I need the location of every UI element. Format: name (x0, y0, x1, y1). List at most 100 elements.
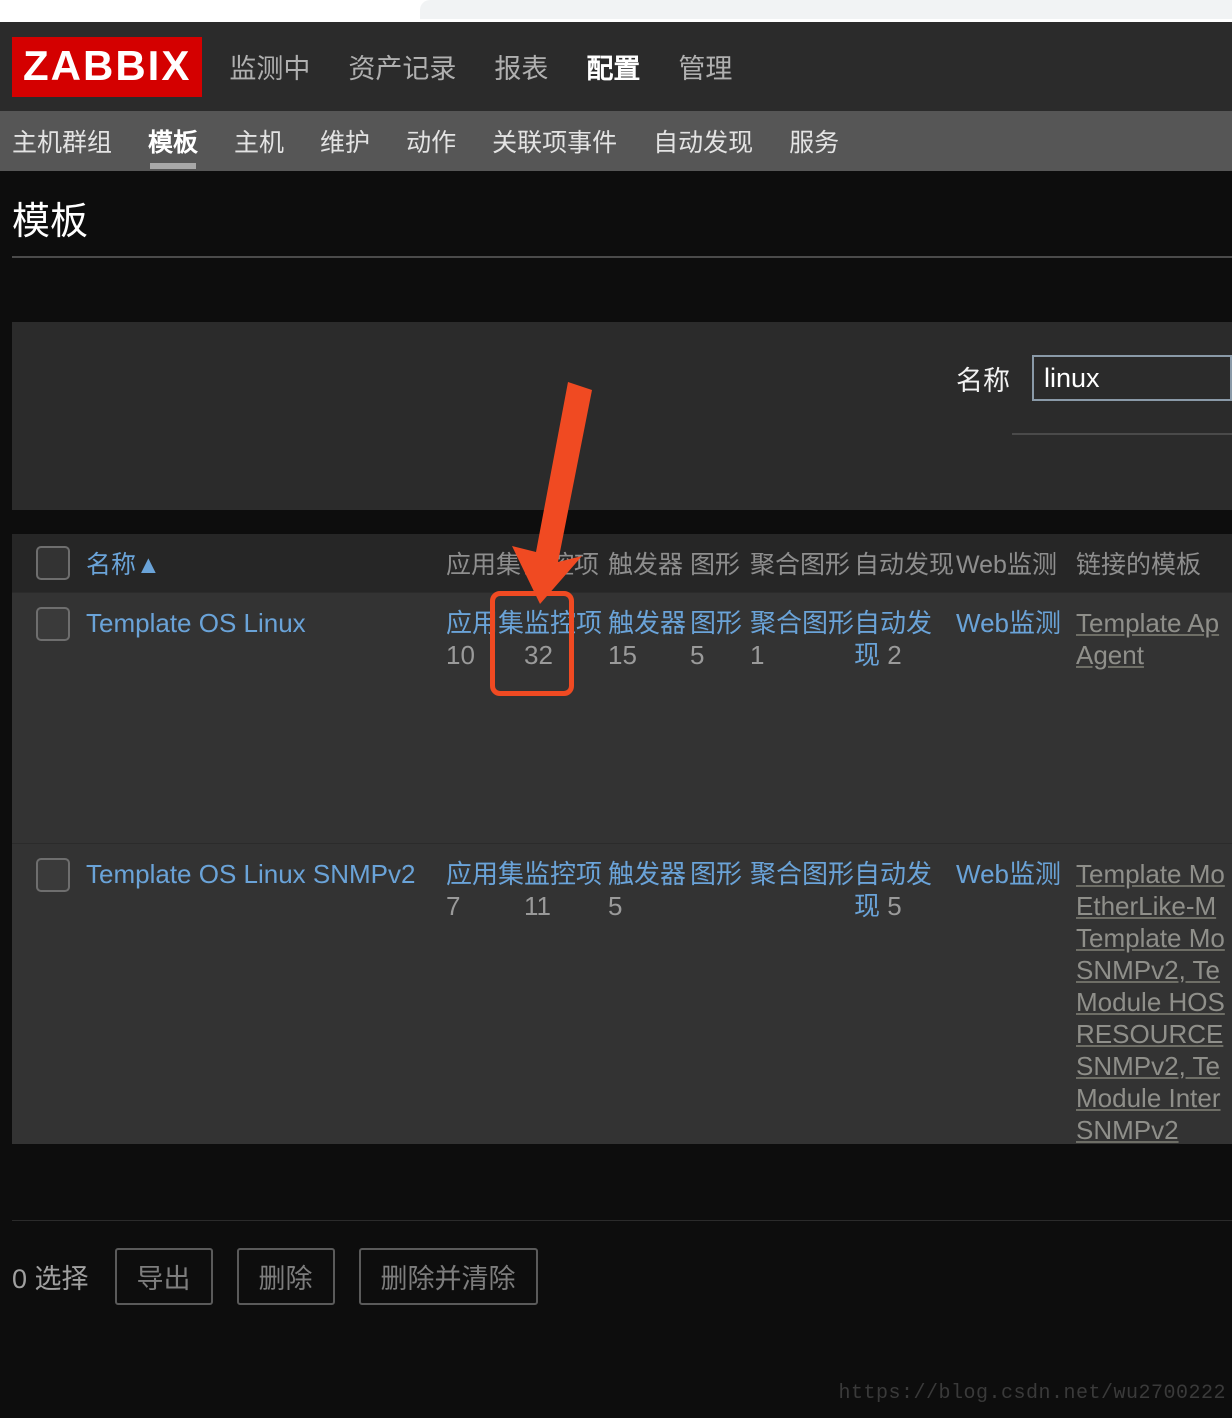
linked-templates-cell: Template Mo EtherLike-M Template Mo SNMP… (1076, 844, 1232, 1144)
template-name-link[interactable]: Template OS Linux SNMPv2 (86, 859, 415, 889)
screens-cell: 聚合图形 1 (750, 593, 854, 843)
row-select-cell (12, 593, 86, 843)
filter-panel: 名称 (12, 322, 1232, 510)
linked-template-link[interactable]: SNMPv2, Te (1076, 954, 1232, 986)
templates-table: 名称▲ 应用集 监控项 触发器 图形 聚合图形 自动发现 Web监测 链接的模板… (12, 534, 1232, 1144)
column-header-name[interactable]: 名称▲ (86, 545, 446, 581)
table-row: Template OS Linux 应用集 10 监控项 32 触发器 15 图… (12, 592, 1232, 843)
applications-cell: 应用集 7 (446, 844, 524, 1144)
top-nav-items: 监测中 资产记录 报表 配置 管理 (229, 22, 770, 111)
subnav-item-actions[interactable]: 动作 (406, 111, 456, 171)
items-count: 32 (524, 640, 553, 670)
topnav-item-administration[interactable]: 管理 (678, 47, 732, 86)
triggers-cell: 触发器 5 (608, 844, 690, 1144)
triggers-link[interactable]: 触发器 (608, 859, 686, 889)
sub-navigation-bar: 主机群组 模板 主机 维护 动作 关联项事件 自动发现 服务 (0, 111, 1232, 171)
screens-cell: 聚合图形 (750, 844, 854, 1144)
table-row: Template OS Linux SNMPv2 应用集 7 监控项 11 触发… (12, 843, 1232, 1144)
subnav-item-correlation[interactable]: 关联项事件 (492, 111, 617, 171)
discovery-count: 2 (887, 640, 902, 670)
subnav-item-services[interactable]: 服务 (789, 111, 839, 171)
items-link[interactable]: 监控项 (524, 608, 602, 638)
column-header-applications: 应用集 (446, 551, 522, 579)
top-navigation-bar: ZABBIX 监测中 资产记录 报表 配置 管理 (0, 22, 1232, 111)
subnav-item-templates[interactable]: 模板 (148, 111, 198, 171)
linked-template-link[interactable]: Template Mo (1076, 858, 1232, 890)
subnav-item-maintenance[interactable]: 维护 (320, 111, 370, 171)
row-select-cell (12, 844, 86, 1144)
filter-name-label: 名称 (956, 365, 1010, 396)
applications-link[interactable]: 应用集 (446, 859, 524, 889)
items-cell: 监控项 32 (524, 593, 608, 843)
linked-template-link[interactable]: Module HOS (1076, 986, 1232, 1018)
web-link[interactable]: Web监测 (956, 608, 1061, 638)
column-header-name-label: 名称 (86, 551, 137, 579)
subnav-item-discovery[interactable]: 自动发现 (653, 111, 753, 171)
graphs-cell: 图形 (690, 844, 750, 1144)
screens-link[interactable]: 聚合图形 (750, 859, 854, 889)
sort-ascending-icon: ▲ (136, 551, 161, 579)
graphs-cell: 图形 5 (690, 593, 750, 843)
linked-template-link[interactable]: Template Ap (1076, 607, 1232, 639)
table-header-row: 名称▲ 应用集 监控项 触发器 图形 聚合图形 自动发现 Web监测 链接的模板 (12, 534, 1232, 592)
linked-template-link[interactable]: Agent (1076, 639, 1232, 671)
column-header-triggers: 触发器 (608, 551, 684, 579)
column-header-items: 监控项 (524, 551, 600, 579)
linked-template-link[interactable]: Module Inter (1076, 1082, 1232, 1114)
linked-template-link[interactable]: RESOURCE (1076, 1018, 1232, 1050)
footer-separator (12, 1220, 1232, 1221)
items-cell: 监控项 11 (524, 844, 608, 1144)
column-header-web: Web监测 (956, 551, 1057, 579)
linked-template-link[interactable]: EtherLike-M (1076, 890, 1232, 922)
column-header-screens: 聚合图形 (750, 551, 851, 579)
subnav-item-host-groups[interactable]: 主机群组 (12, 111, 112, 171)
web-link[interactable]: Web监测 (956, 859, 1061, 889)
screens-link[interactable]: 聚合图形 (750, 608, 854, 638)
topnav-item-monitoring[interactable]: 监测中 (229, 47, 310, 86)
title-divider (12, 256, 1232, 258)
browser-chrome-strip (0, 0, 1232, 22)
watermark-text: https://blog.csdn.net/wu2700222 (838, 1382, 1226, 1405)
discovery-cell: 自动发现 5 (854, 844, 956, 1144)
filter-name-row: 名称 (956, 355, 1232, 401)
select-all-cell (12, 546, 86, 580)
column-header-graphs: 图形 (690, 551, 741, 579)
screens-count: 1 (750, 640, 765, 670)
topnav-item-reports[interactable]: 报表 (494, 47, 548, 86)
graphs-count: 5 (690, 640, 705, 670)
web-cell: Web监测 (956, 844, 1076, 1144)
topnav-item-inventory[interactable]: 资产记录 (348, 47, 456, 86)
applications-count: 10 (446, 640, 475, 670)
applications-link[interactable]: 应用集 (446, 608, 524, 638)
linked-template-link[interactable]: SNMPv2 (1076, 1114, 1232, 1144)
applications-count: 7 (446, 891, 461, 921)
linked-template-link[interactable]: SNMPv2, Te (1076, 1050, 1232, 1082)
footer-actions: 0 选择 导出 删除 删除并清除 (12, 1248, 562, 1305)
triggers-link[interactable]: 触发器 (608, 608, 686, 638)
zabbix-logo[interactable]: ZABBIX (12, 36, 203, 97)
delete-and-clear-button[interactable]: 删除并清除 (358, 1248, 538, 1305)
delete-button[interactable]: 删除 (236, 1248, 335, 1305)
items-count: 11 (524, 891, 551, 921)
row-checkbox[interactable] (36, 858, 70, 892)
graphs-link[interactable]: 图形 (690, 608, 742, 638)
linked-templates-cell: Template Ap Agent (1076, 593, 1232, 843)
linked-template-link[interactable]: Template Mo (1076, 922, 1232, 954)
items-link[interactable]: 监控项 (524, 859, 602, 889)
discovery-count: 5 (887, 891, 902, 921)
triggers-count: 15 (608, 640, 637, 670)
graphs-link[interactable]: 图形 (690, 859, 742, 889)
column-header-linked-templates: 链接的模板 (1076, 551, 1202, 579)
applications-cell: 应用集 10 (446, 593, 524, 843)
topnav-item-configuration[interactable]: 配置 (586, 47, 640, 86)
template-name-cell: Template OS Linux (86, 593, 446, 843)
template-name-link[interactable]: Template OS Linux (86, 608, 306, 638)
subnav-item-hosts[interactable]: 主机 (234, 111, 284, 171)
export-button[interactable]: 导出 (114, 1248, 213, 1305)
web-cell: Web监测 (956, 593, 1076, 843)
filter-name-input[interactable] (1032, 355, 1232, 401)
discovery-cell: 自动发现 2 (854, 593, 956, 843)
select-all-checkbox[interactable] (36, 546, 70, 580)
row-checkbox[interactable] (36, 607, 70, 641)
template-name-cell: Template OS Linux SNMPv2 (86, 844, 446, 1144)
